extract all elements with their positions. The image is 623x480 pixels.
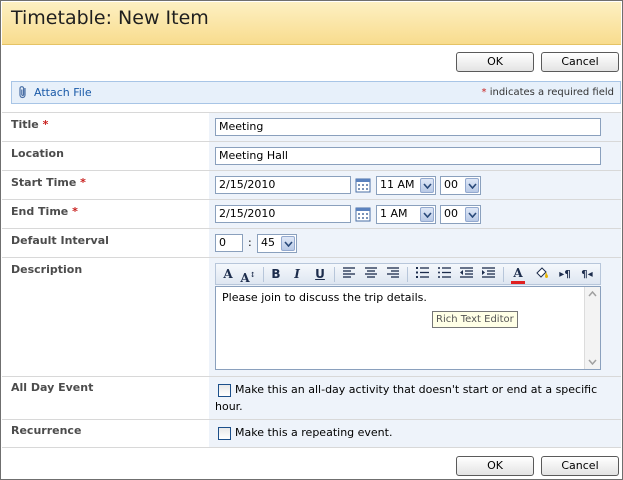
end-minute-select[interactable]: 00 bbox=[440, 205, 481, 224]
chevron-down-icon bbox=[420, 178, 434, 193]
end-hour-select[interactable]: 1 AM bbox=[376, 205, 436, 224]
bullet-list-icon[interactable] bbox=[435, 266, 453, 283]
end-time-label: End Time * bbox=[11, 205, 78, 218]
form-bottom-divider bbox=[2, 447, 621, 448]
start-time-label: Start Time * bbox=[11, 176, 86, 189]
all-day-text-line1: Make this an all-day activity that doesn… bbox=[235, 383, 598, 396]
title-bar: Timetable: New Item bbox=[2, 2, 621, 45]
cancel-button-bottom[interactable]: Cancel bbox=[541, 456, 619, 476]
start-date-input[interactable]: 2/15/2010 bbox=[215, 176, 351, 194]
rtl-direction-icon[interactable]: ¶◂ bbox=[578, 266, 596, 283]
recurrence-label: Recurrence bbox=[11, 424, 82, 437]
ok-button-bottom[interactable]: OK bbox=[456, 456, 534, 476]
start-minute-select[interactable]: 00 bbox=[440, 176, 481, 195]
start-hour-select[interactable]: 11 AM bbox=[376, 176, 436, 195]
interval-separator: : bbox=[248, 236, 252, 249]
title-input[interactable]: Meeting bbox=[215, 118, 601, 136]
location-label: Location bbox=[11, 147, 64, 160]
new-item-dialog: Timetable: New Item OK Cancel Attach Fil… bbox=[0, 0, 623, 480]
ltr-direction-icon[interactable]: ▸¶ bbox=[556, 266, 574, 283]
description-text: Please join to discuss the trip details. bbox=[222, 291, 427, 304]
dialog-title: Timetable: New Item bbox=[11, 7, 209, 29]
toolbar-separator bbox=[263, 267, 264, 282]
location-input[interactable]: Meeting Hall bbox=[215, 147, 601, 165]
calendar-icon[interactable] bbox=[355, 206, 371, 222]
required-note: * indicates a required field bbox=[481, 87, 614, 98]
editor-scrollbar[interactable] bbox=[584, 287, 600, 369]
attach-toolbar: Attach File * indicates a required field bbox=[11, 81, 621, 104]
cancel-button-top[interactable]: Cancel bbox=[541, 52, 619, 72]
scroll-down-icon[interactable] bbox=[588, 359, 597, 365]
paperclip-icon[interactable] bbox=[17, 85, 29, 103]
align-right-icon[interactable] bbox=[384, 266, 402, 283]
toolbar-separator bbox=[407, 267, 408, 282]
all-day-event-label: All Day Event bbox=[11, 381, 94, 394]
numbered-list-icon[interactable] bbox=[413, 266, 431, 283]
increase-indent-icon[interactable] bbox=[479, 266, 497, 283]
chevron-down-icon bbox=[465, 207, 479, 222]
font-color-icon[interactable]: A bbox=[509, 266, 527, 284]
attach-file-link[interactable]: Attach File bbox=[34, 86, 92, 99]
decrease-indent-icon[interactable] bbox=[457, 266, 475, 283]
chevron-down-icon bbox=[465, 178, 479, 193]
chevron-down-icon bbox=[281, 236, 295, 251]
end-date-input[interactable]: 2/15/2010 bbox=[215, 205, 351, 223]
recurrence-checkbox[interactable] bbox=[218, 427, 231, 440]
toolbar-separator bbox=[503, 267, 504, 282]
description-editor[interactable]: Please join to discuss the trip details. bbox=[215, 286, 601, 370]
calendar-icon[interactable] bbox=[355, 177, 371, 193]
rich-text-toolbar: A A↕ B I U A ▸¶ ¶◂ bbox=[215, 263, 601, 285]
title-label: Title * bbox=[11, 118, 49, 131]
recurrence-text: Make this a repeating event. bbox=[235, 426, 393, 439]
underline-button[interactable]: U bbox=[312, 266, 328, 283]
all-day-checkbox[interactable] bbox=[218, 384, 231, 397]
chevron-down-icon bbox=[420, 207, 434, 222]
default-interval-label: Default Interval bbox=[11, 234, 109, 247]
highlight-color-icon[interactable] bbox=[532, 266, 550, 283]
font-size-button[interactable]: A↕ bbox=[238, 266, 258, 285]
rich-text-editor-tooltip: Rich Text Editor bbox=[432, 311, 518, 328]
ok-button-top[interactable]: OK bbox=[456, 52, 534, 72]
all-day-text-line2: hour. bbox=[215, 400, 243, 413]
align-center-icon[interactable] bbox=[362, 266, 380, 283]
description-label: Description bbox=[11, 263, 83, 276]
default-interval-row: Default Interval bbox=[2, 228, 621, 257]
align-left-icon[interactable] bbox=[340, 266, 358, 283]
scroll-up-icon[interactable] bbox=[588, 291, 597, 297]
interval-minutes-select[interactable]: 45 bbox=[257, 234, 297, 253]
interval-hours-input[interactable]: 0 bbox=[215, 234, 243, 252]
font-button[interactable]: A bbox=[220, 266, 236, 283]
italic-button[interactable]: I bbox=[289, 266, 305, 283]
bold-button[interactable]: B bbox=[268, 266, 284, 283]
toolbar-separator bbox=[334, 267, 335, 282]
